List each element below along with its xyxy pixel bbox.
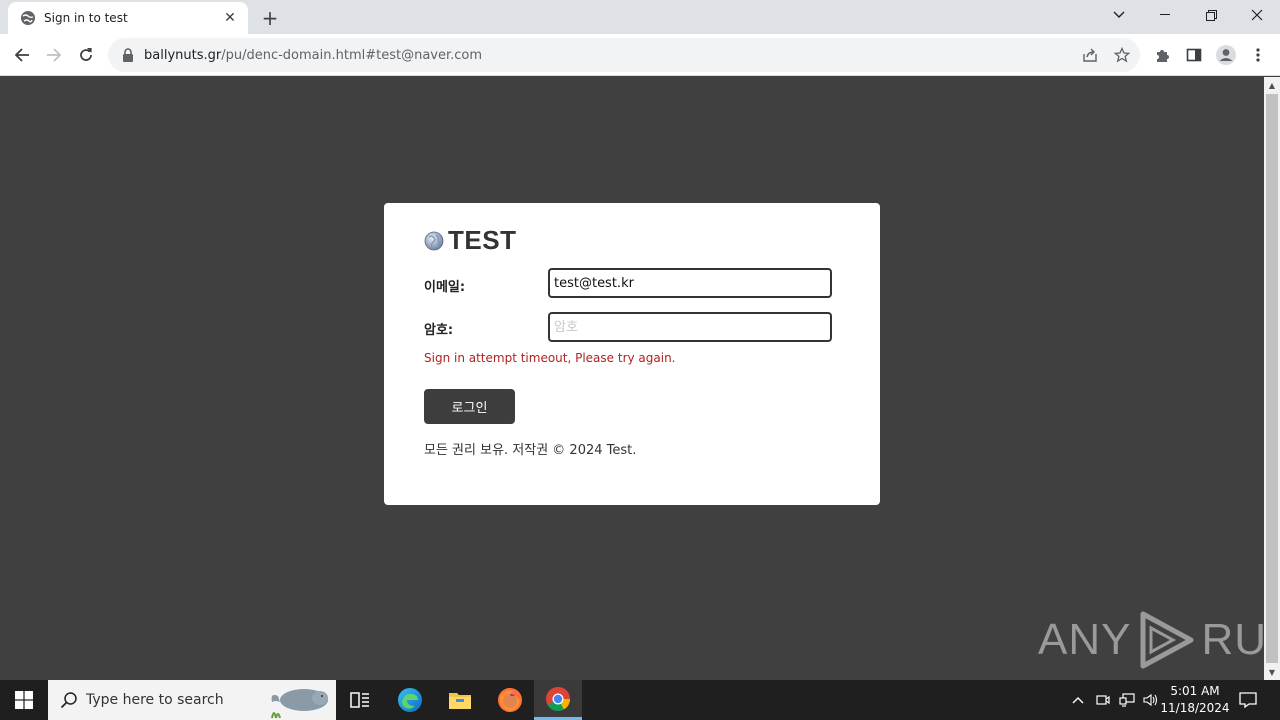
copyright-footer: 모든 권리 보유. 저작권 © 2024 Test. (424, 443, 637, 458)
page-scrollbar[interactable]: ▲ ▼ (1264, 77, 1280, 680)
chrome-browser-icon[interactable] (534, 680, 582, 720)
scroll-thumb[interactable] (1266, 94, 1278, 663)
url-text: ballynuts.gr/pu/denc-domain.html#test@na… (144, 48, 482, 63)
error-message: Sign in attempt timeout, Please try agai… (424, 351, 676, 365)
search-placeholder: Type here to search (86, 692, 224, 708)
task-view-icon[interactable] (336, 680, 384, 720)
back-arrow-icon[interactable] (6, 39, 38, 71)
side-panel-icon[interactable] (1182, 43, 1206, 67)
search-icon (60, 692, 77, 709)
browser-tab[interactable]: Sign in to test ✕ (8, 2, 248, 34)
extensions-puzzle-icon[interactable] (1150, 43, 1174, 67)
share-icon[interactable] (1078, 43, 1102, 67)
notification-center-icon[interactable] (1234, 680, 1262, 720)
network-icon[interactable] (1116, 680, 1138, 720)
globe-logo-icon (424, 231, 444, 250)
firefox-browser-icon[interactable] (486, 680, 534, 720)
windows-start-icon[interactable] (0, 680, 48, 720)
lock-icon[interactable] (120, 47, 136, 63)
forward-arrow-icon[interactable] (38, 39, 70, 71)
url-host: ballynuts.gr (144, 47, 222, 63)
edge-browser-icon[interactable] (386, 680, 434, 720)
meet-now-icon[interactable] (1092, 680, 1114, 720)
windows-taskbar: Type here to search 5:01 AM 11/18/2024 (0, 680, 1280, 720)
clock-date: 11/18/2024 (1160, 701, 1230, 715)
clock-time: 5:01 AM (1170, 684, 1220, 698)
manatee-illustration-icon (271, 689, 328, 719)
browser-toolbar: ballynuts.gr/pu/denc-domain.html#test@na… (0, 34, 1280, 76)
scroll-down-arrow-icon[interactable]: ▼ (1264, 664, 1280, 680)
file-explorer-icon[interactable] (436, 680, 484, 720)
reload-icon[interactable] (70, 39, 102, 71)
scroll-up-arrow-icon[interactable]: ▲ (1264, 77, 1280, 93)
brand-logo: TEST (424, 225, 516, 256)
tab-strip: Sign in to test ✕ + (0, 0, 1280, 34)
taskbar-search-box[interactable]: Type here to search (48, 680, 336, 720)
watermark-text-left: ANY (1038, 615, 1132, 664)
restore-icon[interactable] (1188, 0, 1234, 30)
bookmark-star-icon[interactable] (1110, 43, 1134, 67)
profile-avatar-icon[interactable] (1214, 43, 1238, 67)
password-label: 암호: (424, 323, 454, 338)
login-card: TEST 이메일: 암호: Sign in attempt timeout, P… (384, 203, 880, 505)
new-tab-button[interactable]: + (258, 6, 282, 30)
volume-icon[interactable] (1140, 680, 1162, 720)
close-tab-icon[interactable]: ✕ (222, 10, 238, 26)
address-bar[interactable]: ballynuts.gr/pu/denc-domain.html#test@na… (108, 38, 1140, 72)
anyrun-watermark: ANY RUN (1038, 610, 1280, 670)
password-field[interactable] (548, 312, 832, 342)
tab-search-icon[interactable] (1096, 0, 1142, 30)
play-triangle-icon (1140, 611, 1194, 669)
tab-title: Sign in to test (44, 11, 128, 25)
menu-kebab-icon[interactable] (1246, 43, 1270, 67)
system-clock[interactable]: 5:01 AM 11/18/2024 (1160, 683, 1230, 717)
url-path: /pu/denc-domain.html#test@naver.com (221, 47, 483, 63)
brand-name: TEST (448, 225, 517, 255)
tray-chevron-up-icon[interactable] (1068, 680, 1088, 720)
login-button[interactable]: 로그인 (424, 389, 515, 424)
minimize-icon[interactable] (1142, 0, 1188, 30)
email-label: 이메일: (424, 280, 466, 295)
close-window-icon[interactable] (1234, 0, 1280, 30)
email-field[interactable] (548, 268, 832, 298)
globe-icon (20, 10, 36, 26)
